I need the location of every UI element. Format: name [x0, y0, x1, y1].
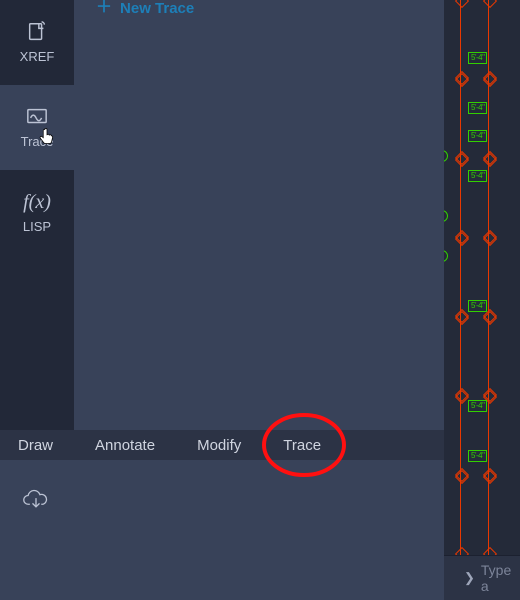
new-trace-button[interactable]: ＋ New Trace: [74, 0, 444, 16]
fx-icon: f(x): [24, 191, 50, 213]
cursor-hand-icon: [38, 128, 56, 146]
dimension-label: 5'-4": [468, 102, 487, 114]
cloud-download-icon[interactable]: [22, 488, 50, 510]
rail-item-label: LISP: [23, 219, 51, 234]
tool-options-panel: [0, 460, 444, 600]
rail-item-lisp[interactable]: f(x) LISP: [0, 170, 74, 255]
rail-item-xref[interactable]: XREF: [0, 0, 74, 85]
command-line[interactable]: ❯ Type a: [444, 555, 520, 600]
dimension-chain: [460, 0, 465, 555]
tab-annotate[interactable]: Annotate: [95, 437, 155, 454]
rail-item-label: XREF: [20, 49, 55, 64]
dimension-label: 5'-4": [468, 170, 487, 182]
plus-icon: ＋: [96, 0, 112, 16]
dimension-label: 5'-4": [468, 400, 487, 412]
tab-modify[interactable]: Modify: [197, 437, 241, 454]
tab-trace[interactable]: Trace: [283, 437, 321, 454]
chevron-right-icon: ❯: [464, 570, 475, 586]
trace-icon: [24, 106, 50, 128]
tool-rail: XREF Trace f(x) LISP: [0, 0, 74, 430]
new-trace-label: New Trace: [120, 0, 194, 17]
dimension-chain: [488, 0, 493, 555]
rail-item-trace[interactable]: Trace: [0, 85, 74, 170]
tab-draw[interactable]: Draw: [18, 437, 53, 454]
drawing-canvas[interactable]: 5'-4" 5'-4" 5'-4" 5'-4" 5'-4" 5'-4" 5'-4…: [444, 0, 520, 555]
tool-tab-bar: Draw Annotate Modify Trace: [0, 430, 444, 460]
dimension-label: 5'-4": [468, 130, 487, 142]
xref-icon: [24, 21, 50, 43]
trace-panel: ＋ New Trace: [74, 0, 444, 430]
dimension-label: 5'-4": [468, 300, 487, 312]
dimension-label: 5'-4": [468, 52, 487, 64]
command-placeholder: Type a: [481, 562, 520, 594]
dimension-label: 5'-4": [468, 450, 487, 462]
